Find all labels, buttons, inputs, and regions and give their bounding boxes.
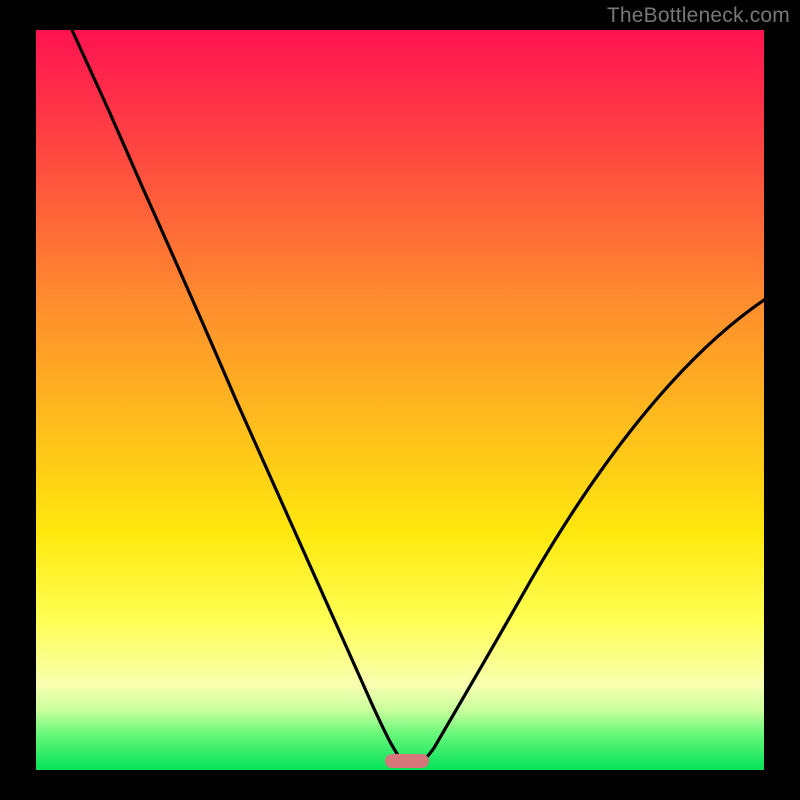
curve-path <box>72 30 764 766</box>
watermark-text: TheBottleneck.com <box>607 4 790 28</box>
chart-frame: TheBottleneck.com <box>0 0 800 800</box>
optimum-marker <box>385 754 429 768</box>
bottleneck-curve <box>36 30 764 770</box>
plot-area <box>36 30 764 770</box>
